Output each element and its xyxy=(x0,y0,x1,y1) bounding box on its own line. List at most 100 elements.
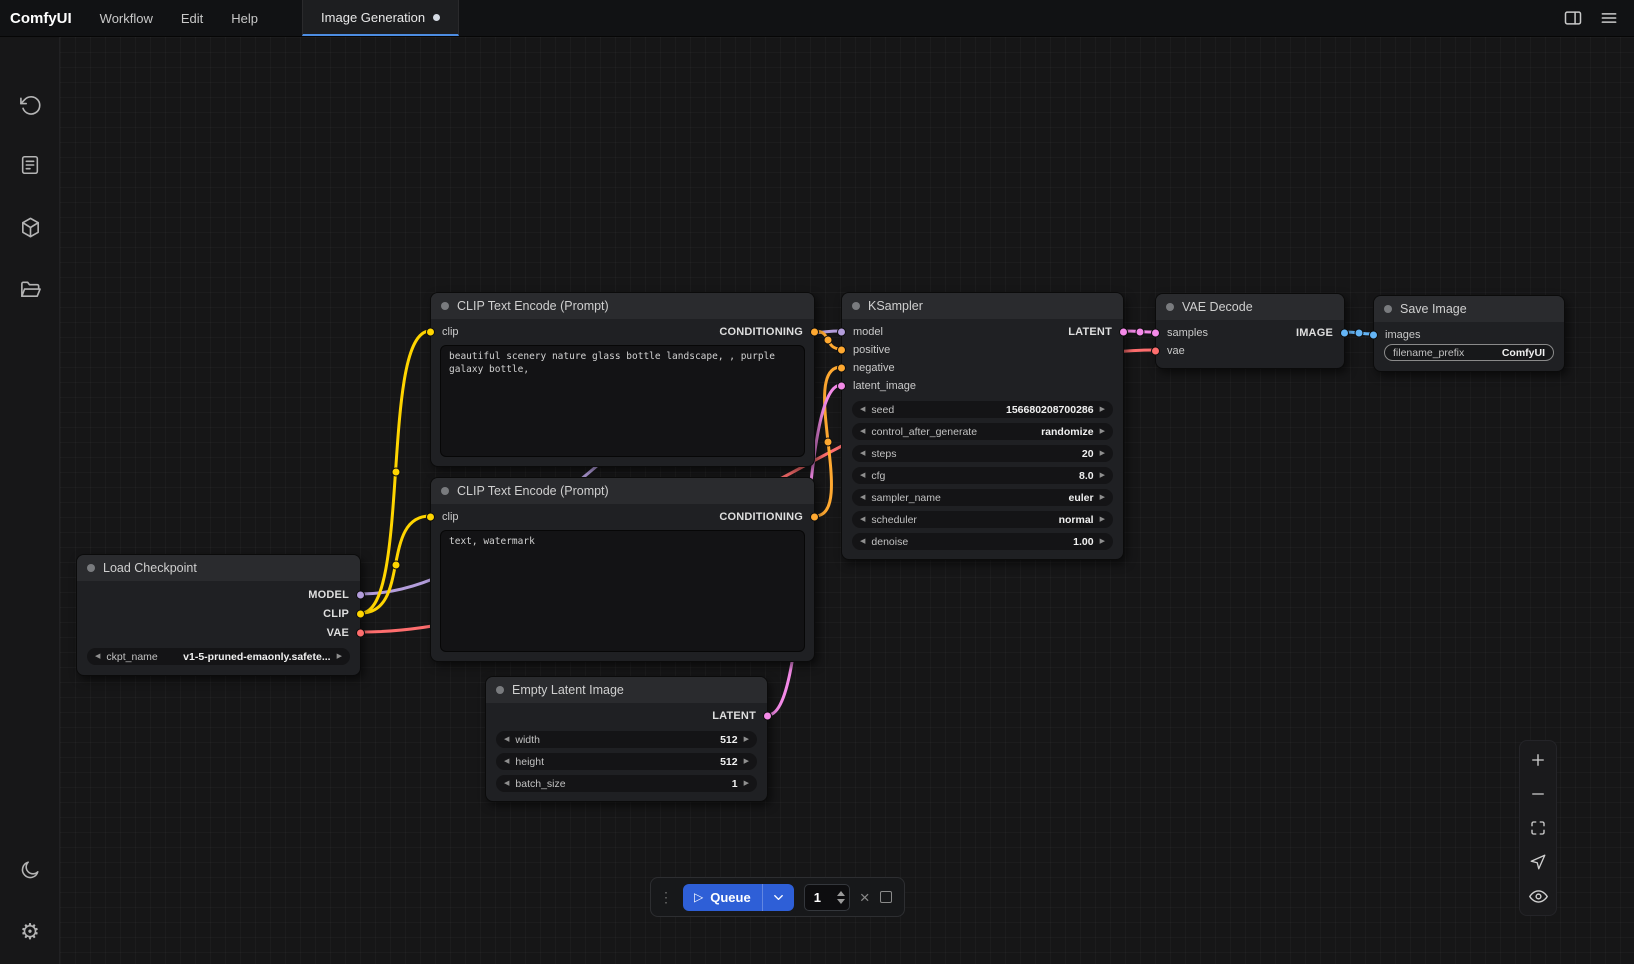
clear-queue-icon[interactable]: × xyxy=(860,889,870,906)
node-clip-text-encode-positive[interactable]: CLIP Text Encode (Prompt) clip CONDITION… xyxy=(430,292,815,467)
input-slot-samples[interactable] xyxy=(1151,329,1160,338)
queue-button[interactable]: ▷ Queue xyxy=(683,884,794,911)
prompt-textarea[interactable]: text, watermark xyxy=(440,530,805,652)
collapse-dot[interactable] xyxy=(496,686,504,694)
fit-view-button[interactable] xyxy=(1521,811,1555,845)
input-slot-clip[interactable] xyxy=(426,328,435,337)
input-slot-negative[interactable] xyxy=(837,364,846,373)
decrement-arrow-icon[interactable]: ◀ xyxy=(504,758,509,765)
drag-handle-icon[interactable]: ⋮ xyxy=(659,889,673,906)
menu-edit[interactable]: Edit xyxy=(167,0,217,36)
decrement-arrow-icon[interactable]: ◀ xyxy=(504,736,509,743)
input-slot-model[interactable] xyxy=(837,328,846,337)
node-save-image[interactable]: Save Image images filename_prefix ComfyU… xyxy=(1373,295,1565,372)
output-slot-clip[interactable] xyxy=(356,609,365,618)
input-slot-images[interactable] xyxy=(1369,331,1378,340)
increment-arrow-icon[interactable]: ▶ xyxy=(744,758,749,765)
stepper-up-icon[interactable] xyxy=(837,891,845,896)
increment-arrow-icon[interactable]: ▶ xyxy=(1100,472,1105,479)
zoom-out-button[interactable] xyxy=(1521,777,1555,811)
collapse-dot[interactable] xyxy=(87,564,95,572)
output-slot-model[interactable] xyxy=(356,590,365,599)
node-ksampler[interactable]: KSampler model LATENT positive negative … xyxy=(841,292,1124,560)
node-clip-text-encode-negative[interactable]: CLIP Text Encode (Prompt) clip CONDITION… xyxy=(430,477,815,662)
workflows-folder-icon[interactable] xyxy=(10,269,50,309)
widget-seed[interactable]: ◀ seed 156680208700286 ▶ xyxy=(852,401,1113,418)
increment-arrow-icon[interactable]: ▶ xyxy=(1100,428,1105,435)
menu-workflow[interactable]: Workflow xyxy=(86,0,167,36)
output-slot-vae[interactable] xyxy=(356,628,365,637)
output-slot-conditioning[interactable] xyxy=(810,328,819,337)
collapse-dot[interactable] xyxy=(441,302,449,310)
toggle-link-visibility-button[interactable] xyxy=(1521,879,1555,913)
model-library-icon[interactable] xyxy=(10,207,50,247)
output-slot-latent[interactable] xyxy=(763,712,772,721)
widget-sampler-name[interactable]: ◀ sampler_name euler ▶ xyxy=(852,489,1113,506)
node-header[interactable]: Empty Latent Image xyxy=(486,677,767,703)
input-slot-positive[interactable] xyxy=(837,346,846,355)
queue-options-chevron-icon[interactable] xyxy=(762,884,794,911)
decrement-arrow-icon[interactable]: ◀ xyxy=(860,472,865,479)
decrement-arrow-icon[interactable]: ◀ xyxy=(860,450,865,457)
node-header[interactable]: CLIP Text Encode (Prompt) xyxy=(431,293,814,319)
collapse-dot[interactable] xyxy=(852,302,860,310)
slot-row: clip CONDITIONING xyxy=(431,323,814,341)
menu-help[interactable]: Help xyxy=(217,0,272,36)
widget-cfg[interactable]: ◀ cfg 8.0 ▶ xyxy=(852,467,1113,484)
node-library-icon[interactable] xyxy=(10,145,50,185)
prompt-textarea[interactable]: beautiful scenery nature glass bottle la… xyxy=(440,345,805,457)
theme-moon-icon[interactable] xyxy=(10,850,50,890)
decrement-arrow-icon[interactable]: ◀ xyxy=(860,538,865,545)
widget-batch-size[interactable]: ◀ batch_size 1 ▶ xyxy=(496,775,757,792)
increment-arrow-icon[interactable]: ▶ xyxy=(744,736,749,743)
stepper-down-icon[interactable] xyxy=(837,899,845,904)
collapse-dot[interactable] xyxy=(441,487,449,495)
widget-denoise[interactable]: ◀ denoise 1.00 ▶ xyxy=(852,533,1113,550)
history-icon[interactable] xyxy=(10,85,50,125)
node-header[interactable]: KSampler xyxy=(842,293,1123,319)
increment-arrow-icon[interactable]: ▶ xyxy=(1100,406,1105,413)
widget-scheduler[interactable]: ◀ scheduler normal ▶ xyxy=(852,511,1113,528)
node-vae-decode[interactable]: VAE Decode samples IMAGE vae xyxy=(1155,293,1345,369)
widget-ckpt-name[interactable]: ◀ ckpt_name v1-5-pruned-emaonly.safete..… xyxy=(87,648,350,665)
widget-width[interactable]: ◀ width 512 ▶ xyxy=(496,731,757,748)
widget-control-after-generate[interactable]: ◀ control_after_generate randomize ▶ xyxy=(852,423,1113,440)
output-slot-conditioning[interactable] xyxy=(810,513,819,522)
settings-gear-icon[interactable]: ⚙ xyxy=(10,912,50,952)
node-header[interactable]: CLIP Text Encode (Prompt) xyxy=(431,478,814,504)
node-header[interactable]: VAE Decode xyxy=(1156,294,1344,320)
output-slot-latent[interactable] xyxy=(1119,328,1128,337)
increment-arrow-icon[interactable]: ▶ xyxy=(1100,450,1105,457)
increment-arrow-icon[interactable]: ▶ xyxy=(744,780,749,787)
batch-count-input[interactable]: 1 xyxy=(804,884,850,911)
widget-filename-prefix[interactable]: filename_prefix ComfyUI xyxy=(1384,344,1554,361)
widget-height[interactable]: ◀ height 512 ▶ xyxy=(496,753,757,770)
decrement-arrow-icon[interactable]: ◀ xyxy=(95,653,100,660)
output-slot-image[interactable] xyxy=(1340,329,1349,338)
stop-icon[interactable] xyxy=(880,891,892,903)
panel-toggle-icon[interactable] xyxy=(1558,4,1588,32)
decrement-arrow-icon[interactable]: ◀ xyxy=(860,494,865,501)
widget-steps[interactable]: ◀ steps 20 ▶ xyxy=(852,445,1113,462)
tab-image-generation[interactable]: Image Generation xyxy=(302,0,459,36)
increment-arrow-icon[interactable]: ▶ xyxy=(337,653,342,660)
collapse-dot[interactable] xyxy=(1384,305,1392,313)
node-header[interactable]: Save Image xyxy=(1374,296,1564,322)
select-mode-button[interactable] xyxy=(1521,845,1555,879)
node-load-checkpoint[interactable]: Load Checkpoint MODEL CLIP VAE ◀ ckpt_na… xyxy=(76,554,361,676)
increment-arrow-icon[interactable]: ▶ xyxy=(1100,538,1105,545)
input-slot-clip[interactable] xyxy=(426,513,435,522)
decrement-arrow-icon[interactable]: ◀ xyxy=(860,428,865,435)
increment-arrow-icon[interactable]: ▶ xyxy=(1100,494,1105,501)
zoom-in-button[interactable] xyxy=(1521,743,1555,777)
decrement-arrow-icon[interactable]: ◀ xyxy=(860,406,865,413)
collapse-dot[interactable] xyxy=(1166,303,1174,311)
decrement-arrow-icon[interactable]: ◀ xyxy=(860,516,865,523)
node-header[interactable]: Load Checkpoint xyxy=(77,555,360,581)
input-slot-vae[interactable] xyxy=(1151,347,1160,356)
input-slot-latent-image[interactable] xyxy=(837,382,846,391)
hamburger-menu-icon[interactable] xyxy=(1594,4,1624,32)
node-empty-latent-image[interactable]: Empty Latent Image LATENT ◀ width 512 ▶ … xyxy=(485,676,768,802)
decrement-arrow-icon[interactable]: ◀ xyxy=(504,780,509,787)
increment-arrow-icon[interactable]: ▶ xyxy=(1100,516,1105,523)
